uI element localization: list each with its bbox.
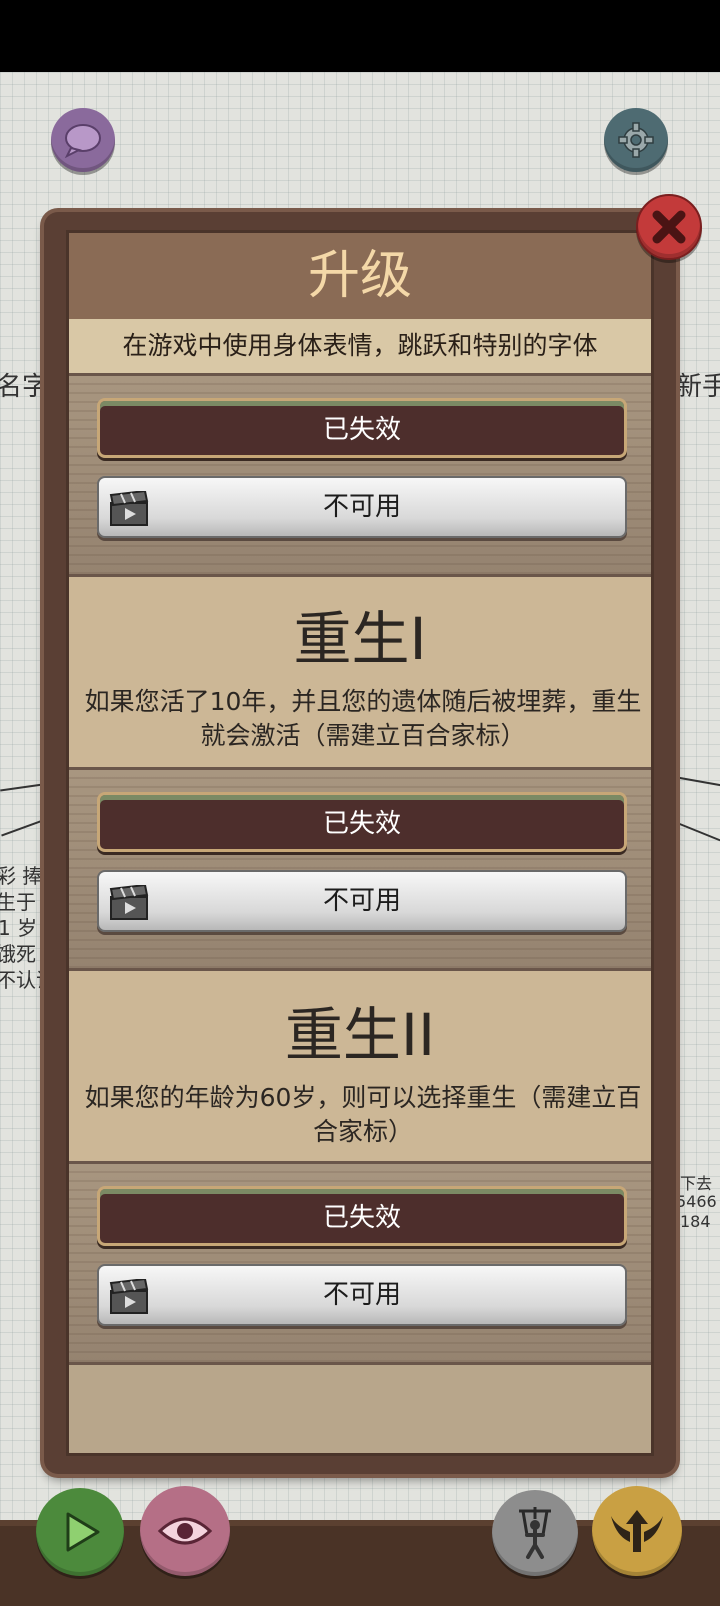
clapperboard-icon xyxy=(109,489,149,548)
puppet-icon xyxy=(513,1505,557,1561)
watch-video-label: 不可用 xyxy=(322,1280,401,1310)
status-button[interactable]: 已失效 xyxy=(97,1186,627,1246)
close-button[interactable] xyxy=(636,194,702,260)
dialog-footer xyxy=(69,1365,651,1453)
speech-bubble-icon xyxy=(63,122,103,158)
status-bar xyxy=(0,0,720,72)
section-description: 如果您的年龄为60岁，则可以选择重生（需建立百合家标） xyxy=(84,1083,642,1146)
watch-video-label: 不可用 xyxy=(322,492,401,522)
close-icon xyxy=(651,209,687,245)
chat-button[interactable] xyxy=(51,108,115,172)
background-label: 5466 xyxy=(676,1192,717,1211)
watch-video-button[interactable]: 不可用 xyxy=(97,1264,627,1326)
watch-video-label: 不可用 xyxy=(322,886,401,916)
upgrade-dialog: 升级 在游戏中使用身体表情，跳跃和特别的字体 已失效 不可用 重生I 如果您活了… xyxy=(44,212,676,1474)
settings-button[interactable] xyxy=(604,108,668,172)
status-button[interactable]: 已失效 xyxy=(97,792,627,852)
clapperboard-icon xyxy=(109,1277,149,1336)
eye-icon xyxy=(157,1513,213,1549)
section-description: 如果您活了10年，并且您的遗体随后被埋葬，重生就会激活（需建立百合家标） xyxy=(84,687,642,750)
winged-arrow-icon xyxy=(608,1506,666,1556)
gear-icon xyxy=(616,120,656,160)
wood-button-area: 已失效 不可用 xyxy=(69,373,651,577)
puppet-button[interactable] xyxy=(492,1490,578,1576)
clapperboard-icon xyxy=(109,883,149,942)
upgrade-button[interactable] xyxy=(592,1486,682,1576)
dialog-content: 升级 在游戏中使用身体表情，跳跃和特别的字体 已失效 不可用 重生I 如果您活了… xyxy=(66,230,654,1456)
wood-button-area: 已失效 不可用 xyxy=(69,767,651,971)
dialog-title: 升级 xyxy=(69,233,651,319)
watch-video-button[interactable]: 不可用 xyxy=(97,870,627,932)
play-button[interactable] xyxy=(36,1488,124,1576)
background-label: 下去 xyxy=(680,1174,713,1193)
section-title: 重生II xyxy=(284,1001,436,1069)
wood-button-area: 已失效 不可用 xyxy=(69,1161,651,1365)
section-title: 重生I xyxy=(293,605,427,673)
view-button[interactable] xyxy=(140,1486,230,1576)
background-label: 新手 xyxy=(676,372,720,402)
status-button[interactable]: 已失效 xyxy=(97,398,627,458)
background-label: 184 xyxy=(680,1212,711,1231)
play-icon xyxy=(56,1508,104,1556)
background-label: 1 岁 xyxy=(0,916,38,940)
dialog-subtitle: 在游戏中使用身体表情，跳跃和特别的字体 xyxy=(69,319,651,373)
watch-video-button[interactable]: 不可用 xyxy=(97,476,627,538)
background-label: 饿死 xyxy=(0,942,36,966)
